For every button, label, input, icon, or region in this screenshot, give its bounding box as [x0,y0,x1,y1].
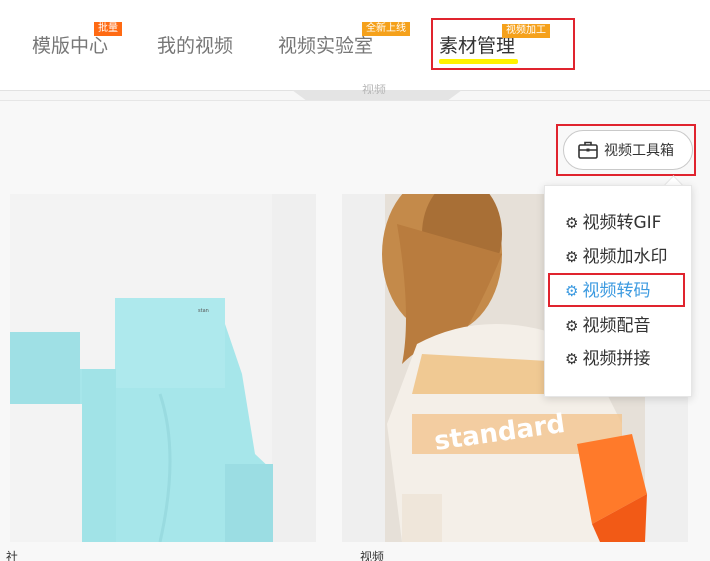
video-thumbnail-tshirt-cyan: stan [10,194,316,542]
top-navigation: 模版中心 批量 我的视频 视频实验室 全新上线 素材管理 视频加工 [0,0,710,91]
menu-item-label: 视频配音 [582,316,651,336]
nav-template-center[interactable]: 模版中心 [32,34,108,58]
menu-item-label: 视频拼接 [582,349,651,369]
menu-item-label: 视频加水印 [582,247,668,267]
nav-label: 视频实验室 [278,35,374,57]
section-tab-label: 视频 [362,84,387,94]
menu-item-video-dubbing[interactable]: ⚙ 视频配音 [565,315,650,337]
highlight-frame-transcode [548,273,685,307]
nav-badge-new: 全新上线 [362,22,410,36]
menu-item-video-merge[interactable]: ⚙ 视频拼接 [565,348,650,370]
menu-item-label: 视频转GIF [582,213,662,233]
card-caption: 视频 [360,550,385,561]
nav-video-lab[interactable]: 视频实验室 [278,34,373,58]
nav-my-videos[interactable]: 我的视频 [157,34,233,58]
menu-item-video-to-gif[interactable]: ⚙ 视频转GIF [565,212,661,234]
menu-item-video-watermark[interactable]: ⚙ 视频加水印 [565,246,667,268]
gear-icon: ⚙ [565,349,579,368]
gear-icon: ⚙ [565,213,579,232]
nav-label: 我的视频 [157,35,234,57]
video-card[interactable]: stan [10,194,316,542]
svg-text:stan: stan [198,308,209,314]
highlight-frame-nav [431,18,575,70]
gear-icon: ⚙ [565,316,579,335]
card-caption: 社 [6,550,19,561]
highlight-frame-toolbox [556,124,696,176]
nav-label: 模版中心 [32,35,109,57]
gear-icon: ⚙ [565,247,579,266]
nav-badge-batch: 批量 [94,22,122,36]
